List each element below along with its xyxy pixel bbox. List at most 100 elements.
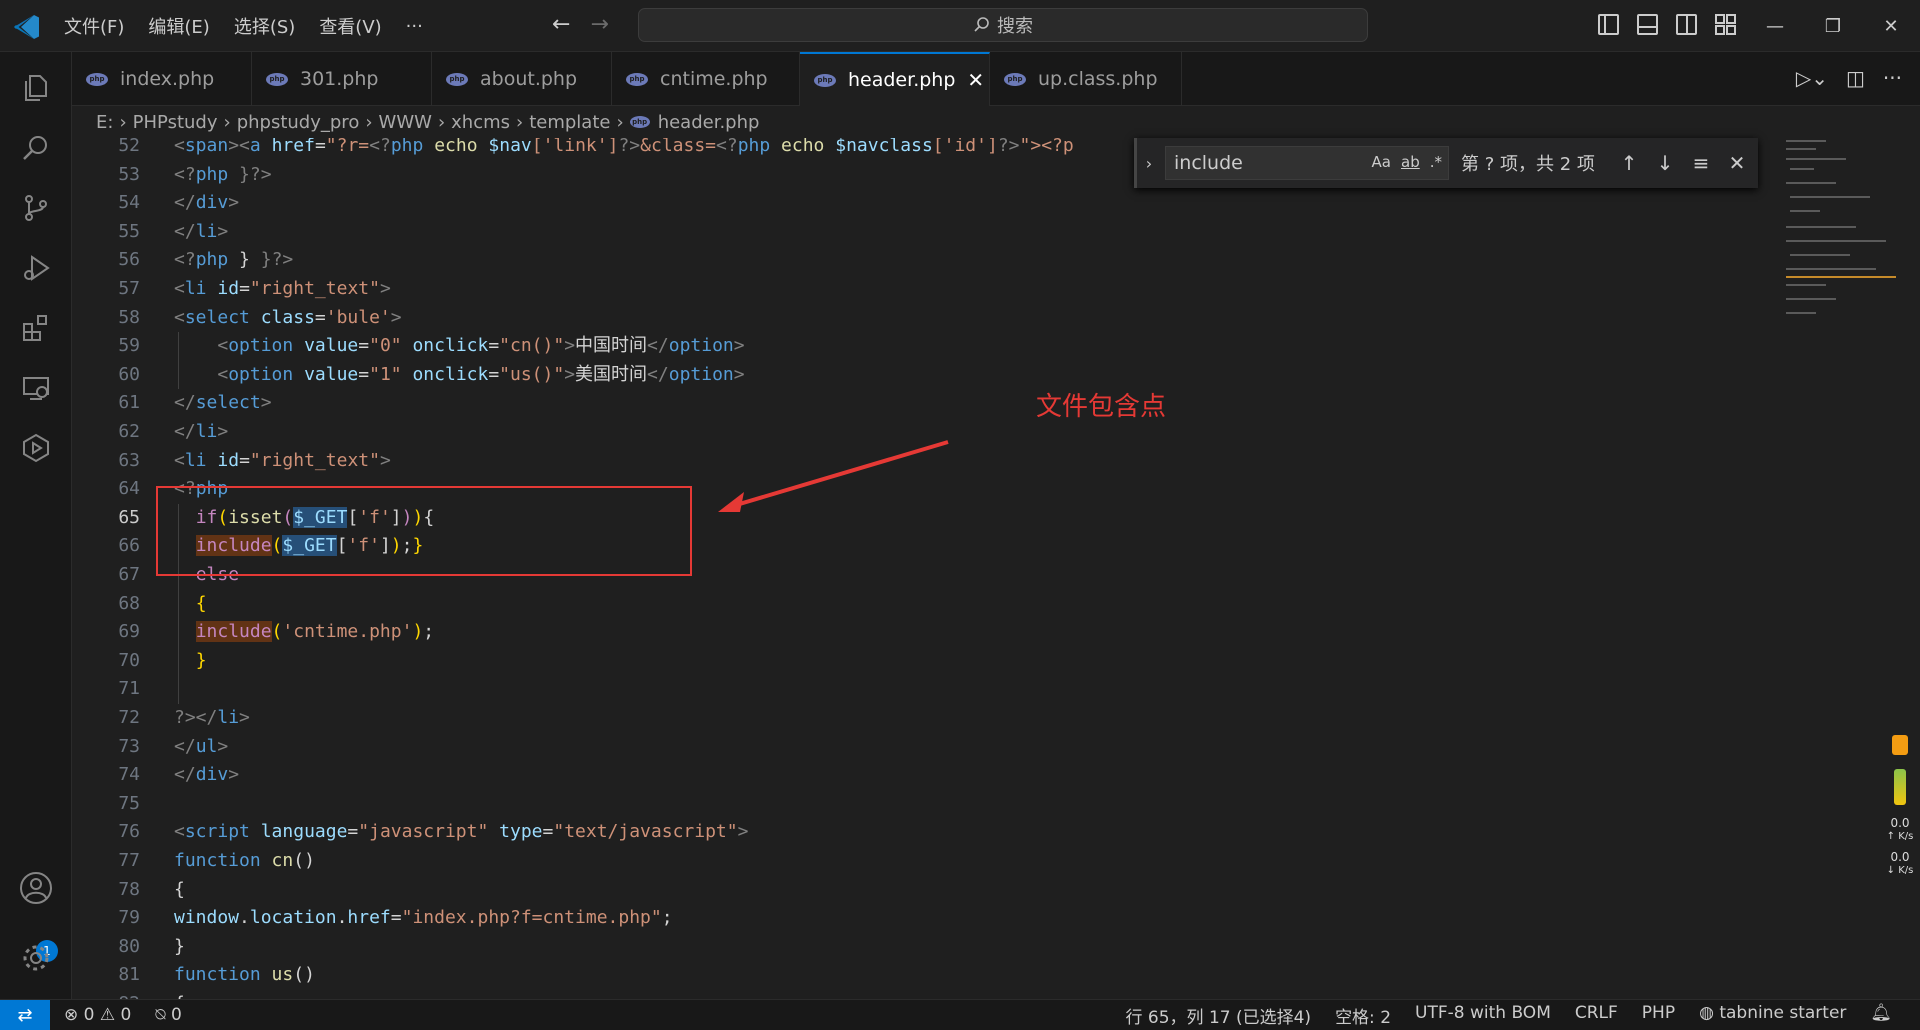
indentation[interactable]: 空格: 2 xyxy=(1335,1003,1391,1028)
language-mode[interactable]: PHP xyxy=(1642,1003,1675,1028)
split-editor-icon[interactable]: ◫ xyxy=(1846,66,1865,90)
menu-file[interactable]: 文件(F) xyxy=(64,13,124,39)
menu-more[interactable]: ··· xyxy=(406,16,423,37)
line-number: 62 xyxy=(118,421,140,442)
more-actions-icon[interactable]: ··· xyxy=(1883,66,1902,90)
remote-explorer-icon[interactable] xyxy=(16,368,56,408)
menu-bar: 文件(F) 编辑(E) 选择(S) 查看(V) ··· xyxy=(64,0,447,52)
line-number: 52 xyxy=(118,138,140,156)
code-line: include('cntime.php'); xyxy=(195,621,435,643)
breadcrumb-item[interactable]: E: xyxy=(96,112,113,133)
chevron-right-icon: › xyxy=(119,111,127,133)
cursor-position[interactable]: 行 65，列 17 (已选择4) xyxy=(1126,1003,1312,1028)
code-line: </ul> xyxy=(174,735,229,757)
encoding[interactable]: UTF-8 with BOM xyxy=(1415,1003,1551,1028)
tab-header-php[interactable]: php header.php ✕ xyxy=(800,52,990,106)
close-window-icon[interactable]: ✕ xyxy=(1862,0,1920,52)
breadcrumb-item[interactable]: header.php xyxy=(658,112,760,133)
tab-index-php[interactable]: php index.php xyxy=(72,52,252,106)
remote-indicator-icon[interactable]: ⇄ xyxy=(0,999,50,1030)
minimize-icon[interactable]: — xyxy=(1746,0,1804,52)
code-line: </div> xyxy=(174,764,240,786)
forward-arrow-icon[interactable]: → xyxy=(590,12,608,37)
match-whole-word-icon[interactable]: ab xyxy=(1401,153,1420,171)
run-debug-icon[interactable] xyxy=(16,248,56,288)
extensions-icon[interactable] xyxy=(16,308,56,348)
menu-view[interactable]: 查看(V) xyxy=(319,13,381,39)
run-file-icon[interactable]: ▷⌄ xyxy=(1796,66,1828,90)
explorer-icon[interactable] xyxy=(16,68,56,108)
close-tab-icon[interactable]: ✕ xyxy=(967,68,984,92)
previous-match-icon[interactable]: ↑ xyxy=(1611,151,1647,175)
php-file-icon: php xyxy=(814,73,836,87)
next-match-icon[interactable]: ↓ xyxy=(1647,151,1683,175)
close-find-icon[interactable]: ✕ xyxy=(1719,151,1755,175)
tab-label: up.class.php xyxy=(1038,68,1158,90)
accounts-icon[interactable] xyxy=(16,868,56,908)
line-number: 76 xyxy=(118,821,140,843)
line-number: 71 xyxy=(118,678,140,700)
breadcrumb-item[interactable]: WWW xyxy=(379,112,432,133)
problems-indicator[interactable]: ⊗ 0 ⚠ 0 xyxy=(64,1005,131,1025)
find-widget: › include Aa ab .* 第 ? 项，共 2 项 ↑ ↓ ≡ ✕ xyxy=(1134,138,1758,188)
line-number: 59 xyxy=(118,335,140,357)
toggle-replace-chevron-icon[interactable]: › xyxy=(1137,154,1161,173)
menu-selection[interactable]: 选择(S) xyxy=(234,13,295,39)
search-view-icon[interactable] xyxy=(16,128,56,168)
annotation-box xyxy=(156,486,692,576)
breadcrumb: E: › PHPstudy › phpstudy_pro › WWW › xhcms › … xyxy=(72,106,1920,138)
restore-icon[interactable]: ❐ xyxy=(1804,0,1862,52)
tab-301-php[interactable]: php 301.php xyxy=(252,52,432,106)
error-count: 0 xyxy=(83,1005,95,1025)
settings-gear-icon[interactable] xyxy=(16,938,56,978)
breadcrumb-item[interactable]: template xyxy=(529,112,610,133)
breadcrumb-item[interactable]: xhcms xyxy=(451,112,510,133)
use-regex-icon[interactable]: .* xyxy=(1430,153,1442,171)
menu-edit[interactable]: 编辑(E) xyxy=(148,13,209,39)
source-control-icon[interactable] xyxy=(16,188,56,228)
tab-label: about.php xyxy=(480,68,578,90)
activity-bar: 1 xyxy=(0,52,72,999)
ports-indicator[interactable]: ⍉ 0 xyxy=(155,1005,181,1025)
code-line: <select class='bule'> xyxy=(174,306,402,328)
tab-about-php[interactable]: php about.php xyxy=(432,52,612,106)
back-arrow-icon[interactable]: ← xyxy=(552,12,570,37)
line-number: 72 xyxy=(118,707,140,728)
command-search-box[interactable]: 搜索 xyxy=(638,8,1368,42)
match-case-icon[interactable]: Aa xyxy=(1372,153,1391,171)
end-of-line[interactable]: CRLF xyxy=(1575,1003,1618,1028)
code-line: <?php }?> xyxy=(174,163,272,185)
toggle-secondary-sidebar-icon[interactable] xyxy=(1676,14,1697,35)
tab-label: 301.php xyxy=(300,68,379,90)
tabnine-status[interactable]: ◍ tabnine starter xyxy=(1699,1003,1846,1028)
line-number: 54 xyxy=(118,192,140,214)
tab-label: index.php xyxy=(120,68,215,90)
code-line: ?></li> xyxy=(174,707,250,728)
breadcrumb-item[interactable]: phpstudy_pro xyxy=(237,112,360,133)
chevron-right-icon: › xyxy=(616,111,624,133)
code-line: </select> xyxy=(174,392,272,414)
line-number: 73 xyxy=(118,735,140,757)
tab-cntime-php[interactable]: php cntime.php xyxy=(612,52,800,106)
toggle-panel-icon[interactable] xyxy=(1637,14,1658,35)
net-upload-unit: K/s xyxy=(1898,831,1914,842)
minimap[interactable] xyxy=(1782,138,1898,338)
breadcrumb-item[interactable]: PHPstudy xyxy=(133,112,218,133)
code-line: </li> xyxy=(174,421,229,442)
line-number: 79 xyxy=(118,907,140,929)
tab-label: header.php xyxy=(848,69,956,91)
warning-icon: ⚠ xyxy=(99,1005,116,1025)
testing-icon[interactable] xyxy=(16,428,56,468)
line-number: 66 xyxy=(118,535,140,557)
find-input[interactable]: include Aa ab .* xyxy=(1165,146,1449,180)
find-in-selection-icon[interactable]: ≡ xyxy=(1683,151,1719,175)
php-file-icon: php xyxy=(629,116,650,128)
notifications-bell-icon[interactable]: 🔔︎ xyxy=(1870,1003,1892,1028)
php-file-icon: php xyxy=(86,72,108,86)
find-query: include xyxy=(1174,152,1243,174)
warning-marker-icon xyxy=(1892,735,1908,755)
tab-up-class-php[interactable]: php up.class.php xyxy=(990,52,1182,106)
customize-layout-icon[interactable] xyxy=(1715,14,1736,35)
toggle-primary-sidebar-icon[interactable] xyxy=(1598,14,1619,35)
line-number: 78 xyxy=(118,878,140,900)
